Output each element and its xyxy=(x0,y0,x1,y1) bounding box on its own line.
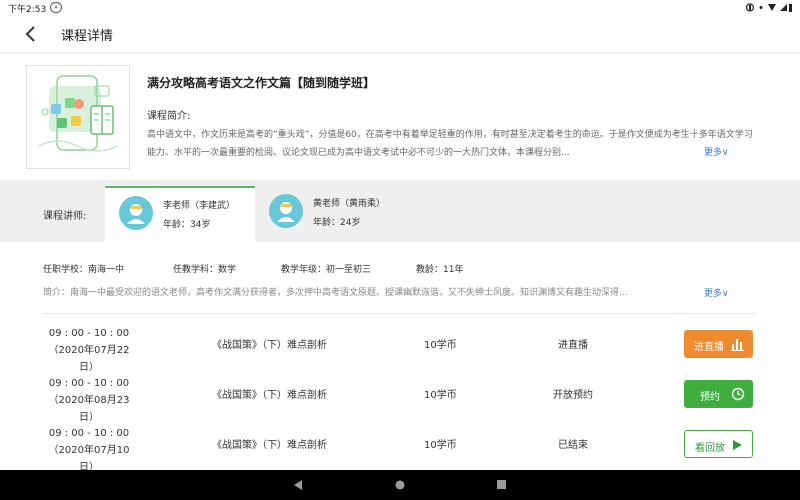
lesson-status: 已结束 xyxy=(558,440,588,451)
teacher-subject: 任教学科：数学 xyxy=(173,265,237,275)
lesson-status: 开放预约 xyxy=(553,390,593,401)
lesson-time: 09 : 00 - 10 : 00 （2020年07月22日） xyxy=(43,325,135,376)
teacher-name: 黄老师（黄雨柔） xyxy=(313,199,386,209)
teacher-intro-more-link[interactable]: 更多∨ xyxy=(704,286,729,299)
system-nav-bar xyxy=(0,470,800,500)
course-intro-more-link[interactable]: 更多∨ xyxy=(704,145,729,158)
avatar xyxy=(269,194,303,228)
enter-live-label: 进直播 xyxy=(694,342,724,353)
nav-back-icon xyxy=(294,480,302,490)
course-summary: 满分攻略高考语文之作文篇【随到随学班】 课程简介: 高中语文中，作文历来是高考的… xyxy=(0,52,800,180)
teacher-age: 年龄：34岁 xyxy=(163,220,211,230)
lesson-row: 09 : 00 - 10 : 00 （2020年07月10日） 《战国策》（下）… xyxy=(0,425,800,475)
status-bar: 下午2:53 » xyxy=(0,0,800,16)
teacher-avatar-icon xyxy=(277,202,295,222)
teachers-section: 课程讲师: 李老师（李建武） 年龄：34岁 黄老师（黄雨柔） 年龄：24岁 xyxy=(0,180,800,242)
lesson-name: 《战国策》（下）难点剖析 xyxy=(212,390,327,401)
lesson-price: 10学币 xyxy=(424,440,457,451)
lesson-date: （2020年08月23日） xyxy=(48,395,130,423)
clock-icon xyxy=(731,387,745,401)
watch-replay-label: 看回放 xyxy=(695,443,725,454)
nav-buttons-icon xyxy=(294,480,506,490)
play-icon xyxy=(733,440,742,450)
course-title: 满分攻略高考语文之作文篇【随到随学班】 xyxy=(147,76,376,90)
lesson-status: 进直播 xyxy=(558,340,588,351)
lesson-price: 10学币 xyxy=(424,340,457,351)
page-title: 课程详情 xyxy=(61,29,114,44)
lesson-name: 《战国策》（下）难点剖析 xyxy=(212,340,327,351)
lesson-row: 09 : 00 - 10 : 00 （2020年07月22日） 《战国策》（下）… xyxy=(0,325,800,375)
course-intro-text: 高中语文中，作文历来是高考的“重头戏”，分值是60，在高考中有着举足轻重的作用，… xyxy=(147,130,753,158)
lesson-time: 09 : 00 - 10 : 00 （2020年08月23日） xyxy=(43,375,135,426)
nav-home-icon xyxy=(395,480,405,490)
lesson-time-range: 09 : 00 - 10 : 00 xyxy=(48,328,130,339)
back-button[interactable] xyxy=(20,23,42,45)
system-icons xyxy=(745,2,792,16)
teacher-avatar-icon xyxy=(127,204,145,224)
book-illustration-icon xyxy=(38,75,118,152)
teacher-grade: 教学年级：初一至初三 xyxy=(281,265,372,275)
reserve-label: 预约 xyxy=(700,392,720,403)
app-bar: 课程详情 xyxy=(0,16,800,52)
lesson-price: 10学币 xyxy=(424,390,457,401)
lesson-date: （2020年07月22日） xyxy=(48,345,130,373)
teacher-intro-text: 简介：南海一中最受欢迎的语文老师，高考作文满分获得者，多次押中高考语文原题。授课… xyxy=(43,288,628,298)
teacher-card-huang[interactable]: 黄老师（黄雨柔） 年龄：24岁 xyxy=(255,186,405,242)
course-cover-image xyxy=(26,65,130,169)
arrow-left-icon xyxy=(25,26,35,42)
signal-wifi-battery-icon xyxy=(745,3,792,12)
lesson-time-range: 09 : 00 - 10 : 00 xyxy=(48,428,130,439)
lesson-row: 09 : 00 - 10 : 00 （2020年08月23日） 《战国策》（下）… xyxy=(0,375,800,425)
reserve-button[interactable]: 预约 xyxy=(684,380,753,408)
lesson-name: 《战国策》（下）难点剖析 xyxy=(212,440,327,451)
lesson-time-range: 09 : 00 - 10 : 00 xyxy=(48,378,130,389)
teacher-name: 李老师（李建武） xyxy=(163,201,236,211)
course-intro-label: 课程简介: xyxy=(147,111,191,122)
divider xyxy=(43,313,755,314)
nav-recents-icon xyxy=(497,480,506,489)
teacher-card-li[interactable]: 李老师（李建武） 年龄：34岁 xyxy=(105,186,255,242)
teacher-age: 年龄：24岁 xyxy=(313,218,361,228)
avatar xyxy=(119,196,153,230)
teacher-years: 教龄：11年 xyxy=(416,265,464,275)
bars-icon xyxy=(731,339,744,351)
teacher-school: 任职学校：南海一中 xyxy=(43,265,125,275)
lesson-time: 09 : 00 - 10 : 00 （2020年07月10日） xyxy=(43,425,135,476)
enter-live-button[interactable]: 进直播 xyxy=(684,330,753,358)
teachers-label: 课程讲师: xyxy=(43,211,87,222)
watch-replay-button[interactable]: 看回放 xyxy=(684,430,753,458)
status-time: 下午2:53 xyxy=(8,5,47,15)
notification-icon: » xyxy=(50,2,62,13)
